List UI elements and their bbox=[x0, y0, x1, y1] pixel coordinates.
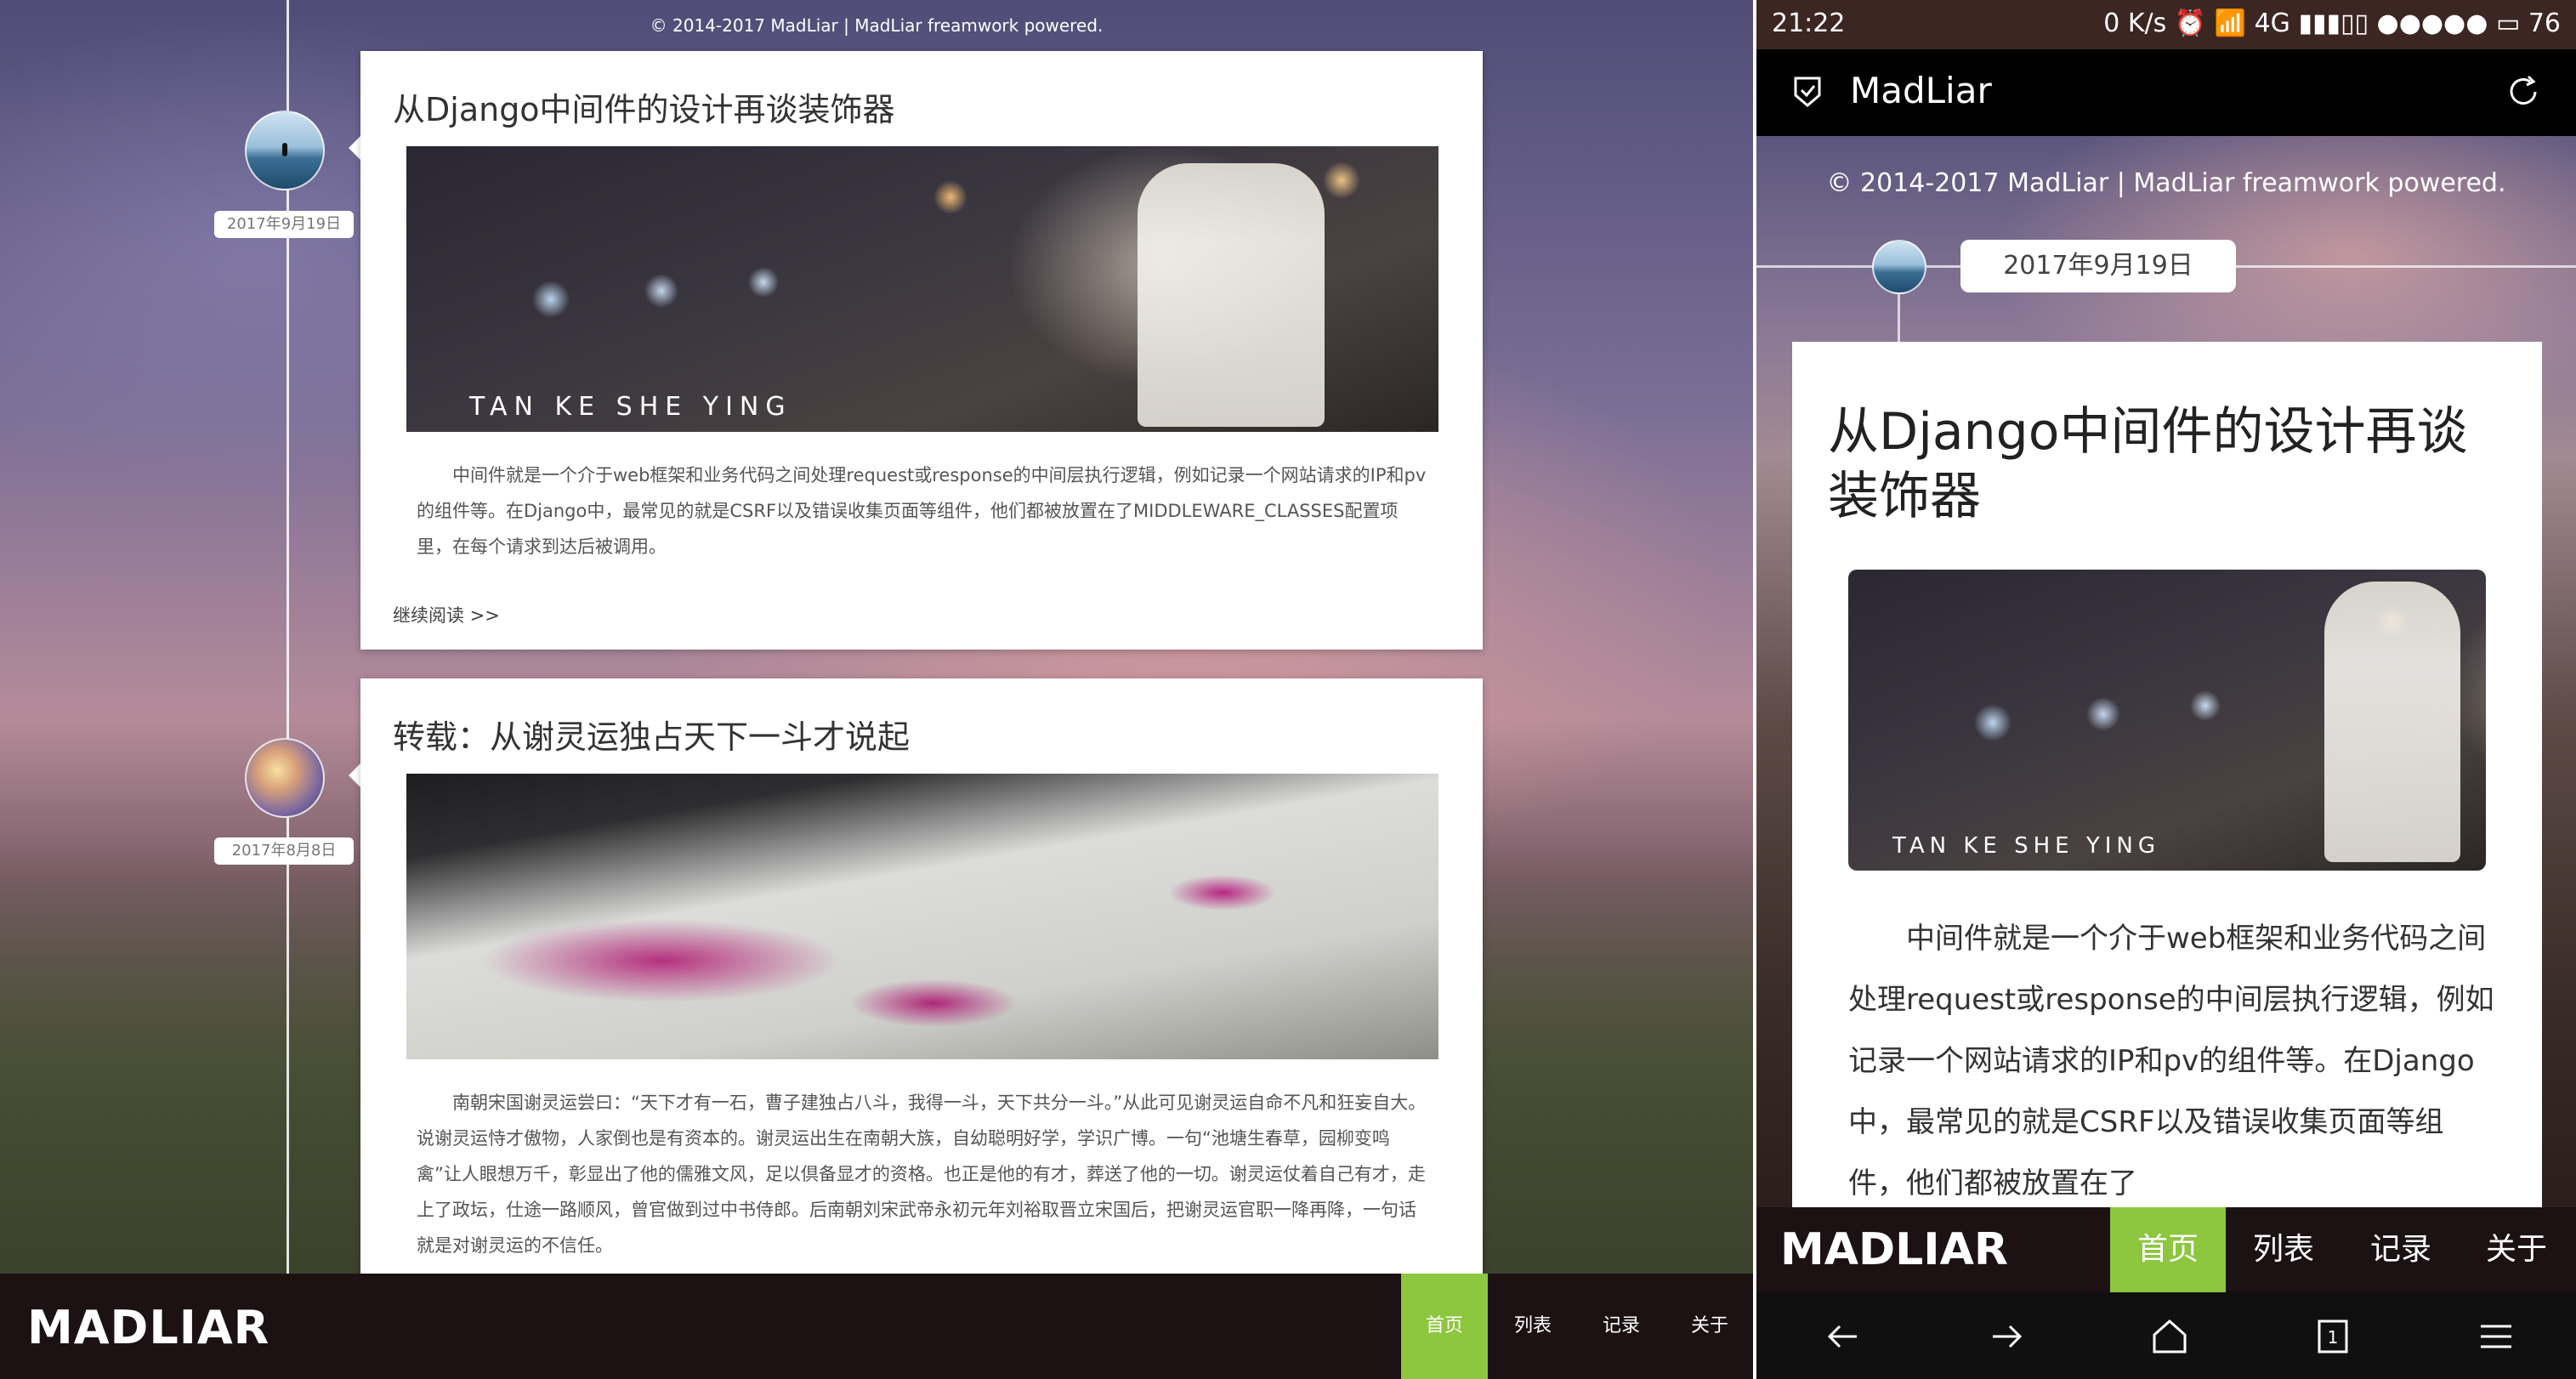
timeline-date: 2017年9月19日 bbox=[214, 211, 354, 238]
bottom-navbar: MADLIAR 首页 列表 记录 关于 bbox=[1756, 1207, 2576, 1292]
reload-icon[interactable] bbox=[2505, 73, 2542, 111]
post-card: 从Django中间件的设计再谈装饰器 TAN KE SHE YING 中间件就是… bbox=[360, 51, 1483, 650]
post-cover-image[interactable]: TAN KE SHE YING bbox=[406, 146, 1438, 432]
svg-text:1: 1 bbox=[2328, 1327, 2339, 1348]
saxophonist-figure bbox=[2324, 582, 2460, 862]
timeline-date: 2017年9月19日 bbox=[1960, 240, 2236, 292]
mobile-browser-view: 21:22 0 K/s ⏰ 📶 4G ▮▮▮▯▯ ●●●●● ▭ 76 MadL… bbox=[1756, 0, 2576, 1379]
nav-list[interactable]: 列表 bbox=[1489, 1274, 1576, 1379]
back-arrow-icon[interactable] bbox=[1823, 1316, 1864, 1357]
browser-app-bar: MadLiar bbox=[1756, 49, 2576, 136]
post-title[interactable]: 转载：从谢灵运独占天下一斗才说起 bbox=[393, 711, 910, 758]
post-cover-image[interactable] bbox=[406, 774, 1438, 1059]
cover-caption: TAN KE SHE YING bbox=[469, 392, 792, 422]
saxophonist-figure bbox=[1138, 163, 1325, 427]
post-excerpt: 南朝宋国谢灵运尝曰：“天下才有一石，曹子建独占八斗，我得一斗，天下共分一斗。”从… bbox=[417, 1092, 1427, 1256]
post-title[interactable]: 从Django中间件的设计再谈装饰器 bbox=[1828, 400, 2508, 529]
timeline-avatar bbox=[245, 111, 325, 190]
status-time: 21:22 bbox=[1772, 9, 1846, 38]
read-more-link[interactable]: 继续阅读 >> bbox=[393, 602, 500, 627]
post-excerpt: 中间件就是一个介于web框架和业务代码之间处理request或response的… bbox=[417, 465, 1427, 557]
nav-home[interactable]: 首页 bbox=[1401, 1274, 1488, 1379]
copyright-text: © 2014-2017 MadLiar | MadLiar freamwork … bbox=[650, 15, 1104, 36]
timeline-avatar bbox=[1872, 240, 1926, 294]
forward-arrow-icon[interactable] bbox=[1986, 1316, 2027, 1357]
browser-toolbar: 1 bbox=[1756, 1292, 2576, 1379]
copyright-text: © 2014-2017 MadLiar | MadLiar freamwork … bbox=[1826, 168, 2506, 198]
nav-home[interactable]: 首页 bbox=[2110, 1207, 2226, 1292]
post-card: 从Django中间件的设计再谈装饰器 TAN KE SHE YING 中间件就是… bbox=[1792, 342, 2542, 1207]
site-logo[interactable]: MADLIAR bbox=[27, 1301, 270, 1354]
tabs-icon[interactable]: 1 bbox=[2312, 1316, 2353, 1357]
timeline-avatar bbox=[245, 738, 325, 818]
nav-list[interactable]: 列表 bbox=[2226, 1207, 2341, 1292]
post-title[interactable]: 从Django中间件的设计再谈装饰器 bbox=[393, 83, 895, 130]
cover-caption: TAN KE SHE YING bbox=[1892, 833, 2160, 859]
page-title: MadLiar bbox=[1850, 70, 1992, 111]
home-icon[interactable] bbox=[2149, 1316, 2190, 1357]
card-pointer bbox=[349, 136, 360, 160]
nav-records[interactable]: 记录 bbox=[2343, 1207, 2459, 1292]
status-indicators: 0 K/s ⏰ 📶 4G ▮▮▮▯▯ ●●●●● ▭ 76 bbox=[2103, 9, 2561, 38]
nav-about[interactable]: 关于 bbox=[2459, 1207, 2574, 1292]
post-cover-image[interactable]: TAN KE SHE YING bbox=[1848, 570, 2486, 871]
status-bar: 21:22 0 K/s ⏰ 📶 4G ▮▮▮▯▯ ●●●●● ▭ 76 bbox=[1756, 0, 2576, 49]
card-pointer bbox=[349, 763, 360, 787]
bottom-navbar: MADLIAR 首页 列表 记录 关于 bbox=[0, 1274, 1753, 1379]
nav-records[interactable]: 记录 bbox=[1578, 1274, 1665, 1379]
menu-icon[interactable] bbox=[2476, 1316, 2516, 1357]
site-logo[interactable]: MADLIAR bbox=[1780, 1224, 2008, 1275]
post-excerpt: 中间件就是一个介于web框架和业务代码之间处理request或response的… bbox=[1848, 922, 2494, 1200]
timeline-line bbox=[287, 0, 289, 1275]
desktop-browser-view: © 2014-2017 MadLiar | MadLiar freamwork … bbox=[0, 0, 1753, 1379]
nav-about[interactable]: 关于 bbox=[1666, 1274, 1753, 1379]
shield-check-icon[interactable] bbox=[1790, 75, 1824, 109]
timeline-date: 2017年8月8日 bbox=[214, 837, 354, 865]
